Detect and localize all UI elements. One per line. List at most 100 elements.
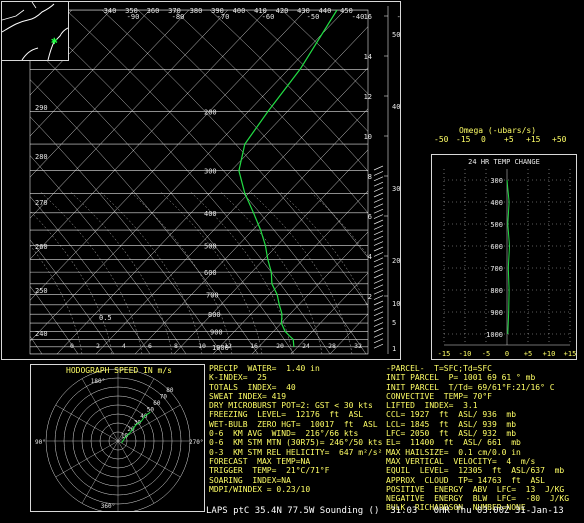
index-line: PRECIP WATER= 1.40 in <box>209 364 320 373</box>
height-kft-label: 30 <box>392 185 400 193</box>
omega-axis: -50 -15 0 +5 +15 +50 <box>434 135 574 145</box>
omega-tick-label: 0 <box>481 135 486 144</box>
dry-adiabat-line <box>30 10 331 354</box>
height-kft-label: 20 <box>392 257 400 265</box>
wind-barb <box>373 203 384 209</box>
hodograph-spoke <box>81 378 119 442</box>
height-km-label: 16 <box>364 13 372 21</box>
top-celsius-label: -40 <box>352 13 365 21</box>
height-km-label: 6 <box>368 213 372 221</box>
index-line: FREEZING LEVEL= 12176 ft ASL <box>209 410 364 420</box>
height-kft-label: 5 <box>392 319 396 327</box>
omega-tick-label: +5 <box>504 135 514 144</box>
hodograph-spoke <box>81 440 119 504</box>
temp-change-pressure-label: 1000 <box>486 331 503 339</box>
index-line: LFC= 2050 ft ASL/ 932 mb <box>386 429 517 439</box>
dry-adiabat-line <box>101 10 368 306</box>
indices-right-column: -PARCEL- T=SFC;Td=SFC INIT PARCEL P= 1001… <box>386 364 569 513</box>
isotherm-line <box>290 272 368 354</box>
dry-adiabat-line <box>137 10 368 258</box>
pressure-label: 900 <box>210 328 223 336</box>
index-line: TRIGGER TEMP= 21°C/71°F <box>209 466 330 476</box>
hodograph-dir-label: 270° <box>189 439 203 446</box>
wind-barb <box>373 165 384 171</box>
wind-barb <box>373 252 384 257</box>
hodograph-ring-label: 80 <box>166 387 174 394</box>
wind-barb <box>373 279 384 284</box>
top-kelvin-label: 380 <box>190 7 203 15</box>
wind-barb <box>373 257 384 263</box>
wind-barb <box>373 208 384 214</box>
index-line: EQUIL LEVEL= 12305 ft ASL/637 mb <box>386 466 565 476</box>
skewt-frame <box>29 9 369 355</box>
isotherm-line <box>212 190 368 354</box>
dry-adiabat-line <box>245 10 368 132</box>
top-kelvin-label: 440 <box>319 7 332 15</box>
hodograph-spoke <box>55 404 119 442</box>
hodograph-title: HODOGRAPH SPEED IN m/s <box>66 366 172 375</box>
wet-bulb-label: 32 <box>354 342 362 350</box>
temp-change-xtick: -15 <box>438 350 451 358</box>
isotherm-line <box>56 26 368 354</box>
sounding-display: 340 350 360 370 380 390 400 410 420 430 440 450 -90-… <box>0 0 584 523</box>
height-km-label: 14 <box>364 53 372 61</box>
index-line: DRY MICROBURST POT=2: GST < 30 kts <box>209 401 373 411</box>
wind-barb <box>373 192 384 198</box>
temp-change-pressure-label: 300 <box>490 177 503 185</box>
height-km-label: 4 <box>368 253 372 261</box>
isotherm-line <box>95 67 368 354</box>
wet-bulb-label: 4 <box>122 342 126 350</box>
wind-barb <box>373 338 384 344</box>
wind-barb <box>373 295 384 300</box>
wet-bulb-label: 28 <box>328 342 336 350</box>
isotherm-line <box>134 108 368 354</box>
location-marker-icon: ✱ <box>51 34 58 47</box>
wind-barb <box>373 181 384 187</box>
wet-bulb-label: 20 <box>276 342 284 350</box>
temp-change-xtick: 0 <box>505 350 509 358</box>
height-kft-label: 1 <box>392 345 396 353</box>
wet-bulb-label: 24 <box>302 342 310 350</box>
wind-barb <box>373 176 384 182</box>
dry-adiabat-line <box>65 10 367 354</box>
hodograph-spoke <box>117 440 181 478</box>
wind-barb <box>373 214 384 219</box>
index-line: -PARCEL- T=SFC;Td=SFC <box>386 364 492 373</box>
wet-bulb-label: 6 <box>148 342 152 350</box>
omega-title: Omega (-ubars/s) <box>459 126 537 135</box>
left-theta-label: 250 <box>35 287 48 295</box>
wind-barb <box>373 289 384 295</box>
pressure-label: 300 <box>204 168 217 176</box>
temp-change-xtick: +10 <box>543 350 556 358</box>
pressure-label: 700 <box>206 292 219 300</box>
temp-change-pressure-label: 900 <box>490 309 503 317</box>
temp-change-pressure-label: 700 <box>490 265 503 273</box>
wet-bulb-label: 12 <box>224 342 232 350</box>
hodograph-dir-label: 360° <box>101 503 115 510</box>
omega-tick-label: -50 <box>434 135 449 144</box>
location-map: ✱ <box>1 1 69 61</box>
top-celsius-label: -70 <box>217 13 230 21</box>
left-theta-label: 270 <box>35 199 48 207</box>
wind-barb <box>373 327 384 333</box>
index-line: MAX VERTICAL VELOCITY= 4 m/s <box>386 456 536 466</box>
height-kft-label: 50 <box>392 31 400 39</box>
top-kelvin-label: 340 <box>104 7 117 15</box>
moist-adiabat-line <box>100 191 203 354</box>
index-line: K-INDEX= 25 <box>209 373 267 383</box>
wind-barb <box>373 219 384 225</box>
wet-bulb-label: 2 <box>96 342 100 350</box>
height-km-label: 2 <box>368 293 372 301</box>
index-line: NEGATIVE ENERGY BLW LFC= -80 J/KG <box>386 494 570 504</box>
wet-bulb-label: 0 <box>70 342 74 350</box>
top-kelvin-label: 420 <box>276 7 289 15</box>
wind-barb <box>373 225 384 230</box>
top-celsius-label: -30 <box>397 13 400 21</box>
wind-barb <box>373 198 384 203</box>
moist-adiabat-line <box>280 191 368 309</box>
moist-adiabat-line <box>70 191 173 354</box>
wind-barb <box>373 316 384 322</box>
height-km-label: 12 <box>364 93 372 101</box>
indices-left-column: PRECIP WATER= 1.40 in K-INDEX= 25 TOTALS I… <box>209 364 382 494</box>
index-line: INIT PARCEL P= 1001 69 61 ° mb <box>386 373 536 383</box>
